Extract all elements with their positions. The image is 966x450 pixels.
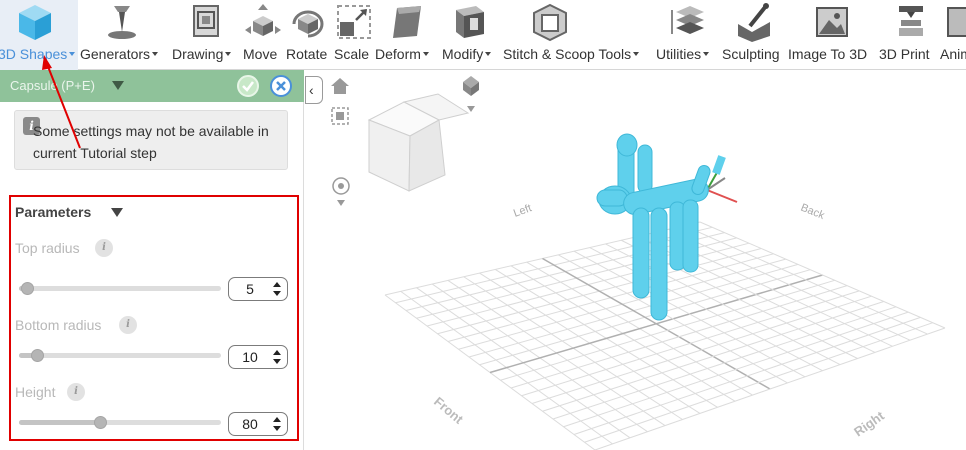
axis-gizmo — [706, 155, 738, 203]
top-radius-slider[interactable] — [19, 282, 221, 295]
toolbar-deform[interactable]: Deform — [375, 0, 437, 70]
panel-collapse-icon[interactable] — [112, 81, 124, 90]
parameters-collapse-icon[interactable] — [111, 208, 123, 217]
bottom-radius-input[interactable]: 10 — [228, 345, 288, 369]
height-label: Height — [15, 384, 56, 400]
tutorial-info-box: i Some settings may not be available in … — [14, 110, 288, 170]
help-icon[interactable]: i — [95, 239, 113, 257]
toolbar-label: Deform — [375, 46, 429, 62]
decrement-arrow-icon[interactable] — [273, 291, 281, 296]
main-toolbar: 3D Shapes Generators Drawing Move Rotate… — [0, 0, 966, 70]
generator-icon — [108, 6, 136, 39]
toolbar-stitch-scoop[interactable]: Stitch & Scoop Tools — [503, 0, 651, 70]
view-cube[interactable] — [367, 93, 470, 192]
app-window: 3D Shapes Generators Drawing Move Rotate… — [0, 0, 966, 450]
axis-label-left: Left — [512, 202, 533, 220]
drawing-icon — [193, 5, 219, 37]
grid-line — [668, 228, 911, 341]
camera-direction-icon[interactable] — [463, 76, 479, 112]
height-slider[interactable] — [19, 416, 221, 429]
viewport-scene: Left Back Front Right — [331, 76, 946, 450]
orbit-icon[interactable] — [332, 177, 350, 206]
sculpting-icon — [738, 3, 770, 42]
toolbar-move[interactable]: Move — [243, 0, 283, 70]
toolbar-modify[interactable]: Modify — [442, 0, 500, 70]
increment-arrow-icon[interactable] — [273, 350, 281, 355]
parameters-section: Parameters Top radius i 5 Bottom radius … — [9, 195, 299, 441]
toolbar-animation[interactable]: Anim — [940, 0, 966, 70]
confirm-button[interactable] — [237, 75, 259, 97]
toolbar-label: Utilities — [656, 46, 710, 62]
toolbar-label: Move — [243, 46, 278, 62]
bottom-radius-slider[interactable] — [19, 349, 221, 362]
scale-icon — [337, 5, 371, 39]
toolbar-label: Scale — [334, 46, 370, 62]
image-to-3d-icon — [816, 7, 848, 37]
bottom-radius-label: Bottom radius — [15, 317, 102, 333]
toolbar-image-to-3d[interactable]: Image To 3D — [788, 0, 878, 70]
tool-settings-panel: Capsule (P+E) i Some settings may not be… — [0, 70, 304, 450]
modify-icon — [456, 6, 484, 38]
info-message: Some settings may not be available in cu… — [33, 123, 269, 161]
height-input[interactable]: 80 — [228, 412, 288, 436]
top-radius-value: 5 — [246, 281, 254, 297]
panel-title: Capsule (P+E) — [10, 78, 95, 93]
toolbar-3d-print[interactable]: 3D Print — [879, 0, 939, 70]
home-view-icon[interactable] — [331, 78, 349, 94]
increment-arrow-icon[interactable] — [273, 282, 281, 287]
toolbar-label: Anim — [940, 46, 966, 62]
toolbar-drawing[interactable]: Drawing — [172, 0, 240, 70]
3d-print-icon — [899, 6, 923, 36]
checkmark-icon — [242, 81, 254, 92]
slider-handle[interactable] — [31, 349, 45, 362]
help-icon[interactable]: i — [67, 383, 85, 401]
axis-label-back: Back — [799, 202, 827, 222]
toolbar-label: Image To 3D — [788, 46, 868, 62]
height-value: 80 — [242, 416, 258, 432]
slider-handle[interactable] — [93, 416, 107, 429]
slider-handle[interactable] — [21, 282, 35, 295]
cube-icon — [19, 5, 51, 40]
top-radius-input[interactable]: 5 — [228, 277, 288, 301]
grid-line — [684, 225, 928, 335]
decrement-arrow-icon[interactable] — [273, 359, 281, 364]
help-icon[interactable]: i — [119, 316, 137, 334]
toolbar-label: 3D Print — [879, 46, 930, 62]
decrement-arrow-icon[interactable] — [273, 426, 281, 431]
toolbar-label: Generators — [80, 46, 159, 62]
axis-label-front: Front — [431, 394, 467, 427]
toolbar-3d-shapes[interactable]: 3D Shapes — [0, 0, 78, 70]
panel-header: Capsule (P+E) — [0, 70, 304, 102]
3d-viewport[interactable]: ‹ Left Back Front Right — [305, 70, 966, 450]
axis-label-right: Right — [851, 408, 887, 440]
bottom-radius-value: 10 — [242, 349, 258, 365]
toolbar-generators[interactable]: Generators — [80, 0, 170, 70]
toolbar-sculpting[interactable]: Sculpting — [722, 0, 788, 70]
toolbar-scale[interactable]: Scale — [334, 0, 372, 70]
toolbar-label: 3D Shapes — [0, 46, 76, 62]
deform-icon — [393, 6, 421, 38]
balloon-dog-model[interactable] — [596, 133, 712, 321]
cancel-button[interactable] — [270, 75, 292, 97]
toolbar-label: Drawing — [172, 46, 232, 62]
close-icon — [276, 81, 286, 91]
stitch-icon — [533, 3, 567, 42]
parameters-heading: Parameters — [15, 204, 92, 220]
toolbar-label: Rotate — [286, 46, 328, 62]
rotate-icon — [292, 10, 324, 38]
toolbar-label: Modify — [442, 46, 492, 62]
slider-fill — [19, 420, 100, 425]
move-icon — [245, 4, 281, 36]
toolbar-label: Sculpting — [722, 46, 780, 62]
animation-icon — [947, 7, 966, 37]
utilities-icon — [671, 6, 704, 34]
toolbar-label: Stitch & Scoop Tools — [503, 46, 640, 62]
toolbar-utilities[interactable]: Utilities — [656, 0, 720, 70]
fit-view-icon[interactable] — [331, 107, 349, 125]
increment-arrow-icon[interactable] — [273, 417, 281, 422]
top-radius-label: Top radius — [15, 240, 80, 256]
toolbar-rotate[interactable]: Rotate — [286, 0, 334, 70]
